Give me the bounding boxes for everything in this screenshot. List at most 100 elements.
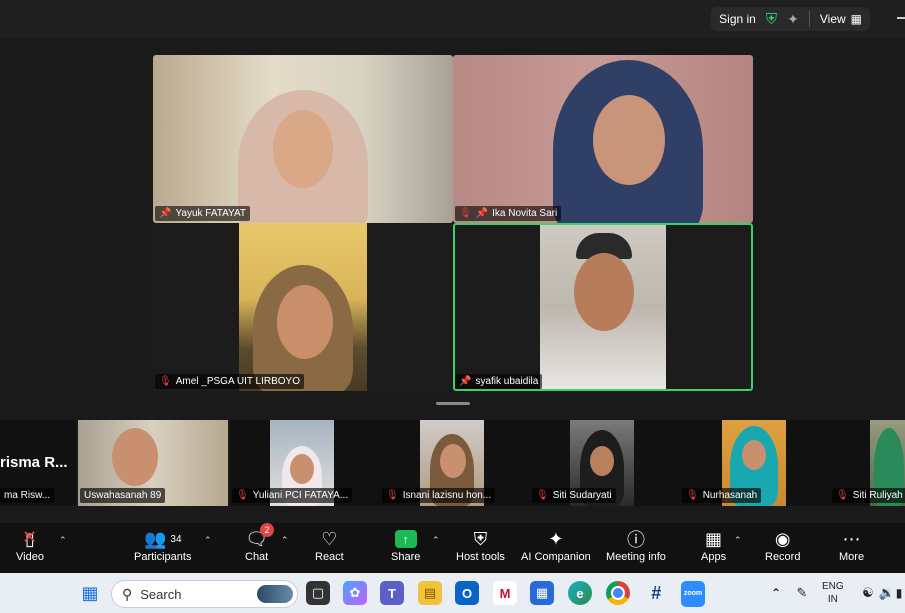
- record-button[interactable]: ◉ Record: [765, 527, 800, 564]
- participant-face: [290, 454, 314, 484]
- sign-in-button[interactable]: Sign in: [719, 12, 756, 26]
- meeting-toolbar: ▯ ✕ Video ⌃ 👥 34 Participants ⌃ 🗨 2 Chat ⌃ …: [0, 523, 905, 573]
- video-tile-ika[interactable]: 🎙 📌 Ika Novita Sari: [453, 55, 753, 223]
- share-label: Share: [391, 551, 421, 563]
- thumbnail-tile[interactable]: Uswahasanah 89: [78, 420, 228, 506]
- thumbnail-strip: risma R... ma Risw... Uswahasanah 89 🎙 Y…: [0, 420, 905, 506]
- top-bar: Sign in ⛨ ✦ View ▦: [0, 0, 905, 38]
- view-label: View: [819, 12, 846, 26]
- record-icon: ◉: [774, 528, 791, 549]
- file-explorer-icon[interactable]: ▤: [418, 581, 442, 605]
- more-button[interactable]: ⋯ More: [839, 527, 865, 564]
- apps-button[interactable]: ▦ Apps: [701, 527, 726, 564]
- os-taskbar: ▦ ⚲ Search ▢ ✿ T ▤ O M ▦ e # zoom ⌃ ✎ EN…: [0, 573, 905, 613]
- mic-muted-icon: 🎙: [236, 490, 249, 501]
- video-tile-syafik[interactable]: 📌 syafik ubaidila: [453, 223, 753, 391]
- react-label: React: [315, 551, 344, 563]
- mic-muted-icon: 🎙: [836, 490, 849, 501]
- microsoft-store-icon[interactable]: ▦: [530, 581, 554, 605]
- chat-icon: 🗨 2: [245, 523, 275, 551]
- chat-button[interactable]: 🗨 2 Chat: [245, 523, 275, 563]
- participant-name-tag: 🎙 Amel _PSGA UIT LIRBOYO: [155, 374, 305, 389]
- mic-muted-icon: 🎙: [536, 490, 549, 501]
- participants-icon: 👥 34: [143, 528, 182, 549]
- task-view-icon[interactable]: ▢: [306, 581, 330, 605]
- participant-name-tag: 📌 Yayuk FATAYAT: [155, 206, 251, 221]
- participants-options-caret[interactable]: ⌃: [204, 535, 212, 546]
- participant-name: Yayuk FATAYAT: [175, 208, 247, 219]
- participant-name: ma Risw...: [4, 490, 51, 501]
- participant-name: Uswahasanah 89: [84, 490, 162, 501]
- participant-name-tag: ma Risw...: [0, 488, 55, 503]
- host-tools-button[interactable]: ⛨ Host tools: [456, 527, 505, 564]
- copilot-icon[interactable]: ✿: [343, 581, 367, 605]
- sparkle-icon[interactable]: ✦: [787, 11, 799, 28]
- ai-companion-button[interactable]: ✦ AI Companion: [521, 527, 591, 564]
- divider: [808, 11, 810, 27]
- search-placeholder: Search: [140, 586, 182, 602]
- shield-icon[interactable]: ⛨: [766, 11, 777, 28]
- participants-button[interactable]: 👥 34 Participants: [134, 527, 192, 564]
- more-label: More: [839, 551, 865, 563]
- chrome-icon[interactable]: [606, 581, 630, 605]
- taskbar-search[interactable]: ⚲ Search: [111, 580, 298, 608]
- zoom-taskbar-icon[interactable]: zoom: [681, 581, 705, 607]
- participant-face: [574, 253, 634, 331]
- teams-icon[interactable]: T: [380, 581, 404, 605]
- share-button[interactable]: ↑ Share: [391, 527, 420, 563]
- info-icon: ⓘ: [626, 530, 645, 550]
- show-hidden-icons-caret[interactable]: ⌃: [764, 581, 788, 605]
- mic-muted-icon: 🎙: [686, 490, 699, 501]
- pin-icon: 📌: [459, 376, 472, 387]
- mcafee-icon[interactable]: M: [493, 581, 517, 605]
- participant-name-tag: 🎙 Isnani lazisnu hon...: [382, 488, 496, 503]
- participant-name-tag: 🎙 Siti Sudaryati: [532, 488, 616, 503]
- resize-handle[interactable]: [436, 402, 470, 405]
- app-hash-icon[interactable]: #: [644, 581, 668, 605]
- video-options-caret[interactable]: ⌃: [59, 535, 67, 546]
- minimize-icon[interactable]: [897, 17, 905, 19]
- video-tile-yayuk[interactable]: 📌 Yayuk FATAYAT: [153, 55, 453, 223]
- video-label: Video: [16, 551, 44, 563]
- participant-face: [590, 446, 614, 476]
- video-tile-amel[interactable]: 🎙 Amel _PSGA UIT LIRBOYO: [153, 223, 453, 391]
- edge-icon[interactable]: e: [568, 581, 592, 605]
- thumbnail-tile[interactable]: 🎙 Siti Sudaryati: [530, 420, 680, 506]
- top-controls: Sign in ⛨ ✦ View ▦: [711, 7, 870, 31]
- participant-name-tag: Uswahasanah 89: [80, 488, 166, 503]
- thumbnail-leading[interactable]: risma R... ma Risw...: [0, 420, 76, 506]
- share-options-caret[interactable]: ⌃: [432, 535, 440, 546]
- video-off-icon: ▯ ✕: [22, 526, 38, 549]
- shield-icon: ⛨: [473, 528, 488, 549]
- share-icon: ↑: [394, 527, 417, 551]
- video-button[interactable]: ▯ ✕ Video: [16, 526, 44, 564]
- ai-companion-label: AI Companion: [521, 551, 591, 563]
- react-button[interactable]: ♡ React: [315, 527, 344, 564]
- thumbnail-tile[interactable]: 🎙 Siti Ruliyah: [830, 420, 905, 506]
- battery-icon[interactable]: ▮: [893, 581, 905, 605]
- language-indicator[interactable]: ENG IN: [822, 580, 844, 606]
- outlook-icon[interactable]: O: [455, 581, 479, 605]
- participant-face: [440, 444, 466, 478]
- grid-icon: ▦: [850, 12, 862, 26]
- participant-name-tag: 🎙 Siti Ruliyah: [832, 488, 905, 503]
- more-icon: ⋯: [842, 528, 861, 549]
- language-region: IN: [827, 594, 838, 605]
- thumbnail-tile[interactable]: 🎙 Isnani lazisnu hon...: [380, 420, 530, 506]
- participant-name: syafik ubaidila: [475, 376, 539, 387]
- participant-name-tag: 🎙 Nurhasanah: [682, 488, 762, 503]
- thumbnail-tile[interactable]: 🎙 Yuliani PCI FATAYA...: [230, 420, 380, 506]
- mic-muted-icon: 🎙: [386, 490, 399, 501]
- pen-icon[interactable]: ✎: [790, 581, 814, 605]
- participant-name: Isnani lazisnu hon...: [402, 490, 492, 501]
- thumbnail-tile[interactable]: 🎙 Nurhasanah: [680, 420, 830, 506]
- meeting-info-label: Meeting info: [606, 551, 666, 563]
- chat-options-caret[interactable]: ⌃: [281, 535, 289, 546]
- windows-start-icon[interactable]: ▦: [78, 581, 102, 605]
- participant-name-tag: 📌 syafik ubaidila: [455, 374, 543, 389]
- view-button[interactable]: View ▦: [820, 12, 862, 26]
- meeting-info-button[interactable]: ⓘ Meeting info: [606, 527, 666, 563]
- apps-options-caret[interactable]: ⌃: [734, 535, 742, 546]
- zoom-label: zoom: [683, 589, 703, 597]
- participants-label: Participants: [134, 551, 192, 563]
